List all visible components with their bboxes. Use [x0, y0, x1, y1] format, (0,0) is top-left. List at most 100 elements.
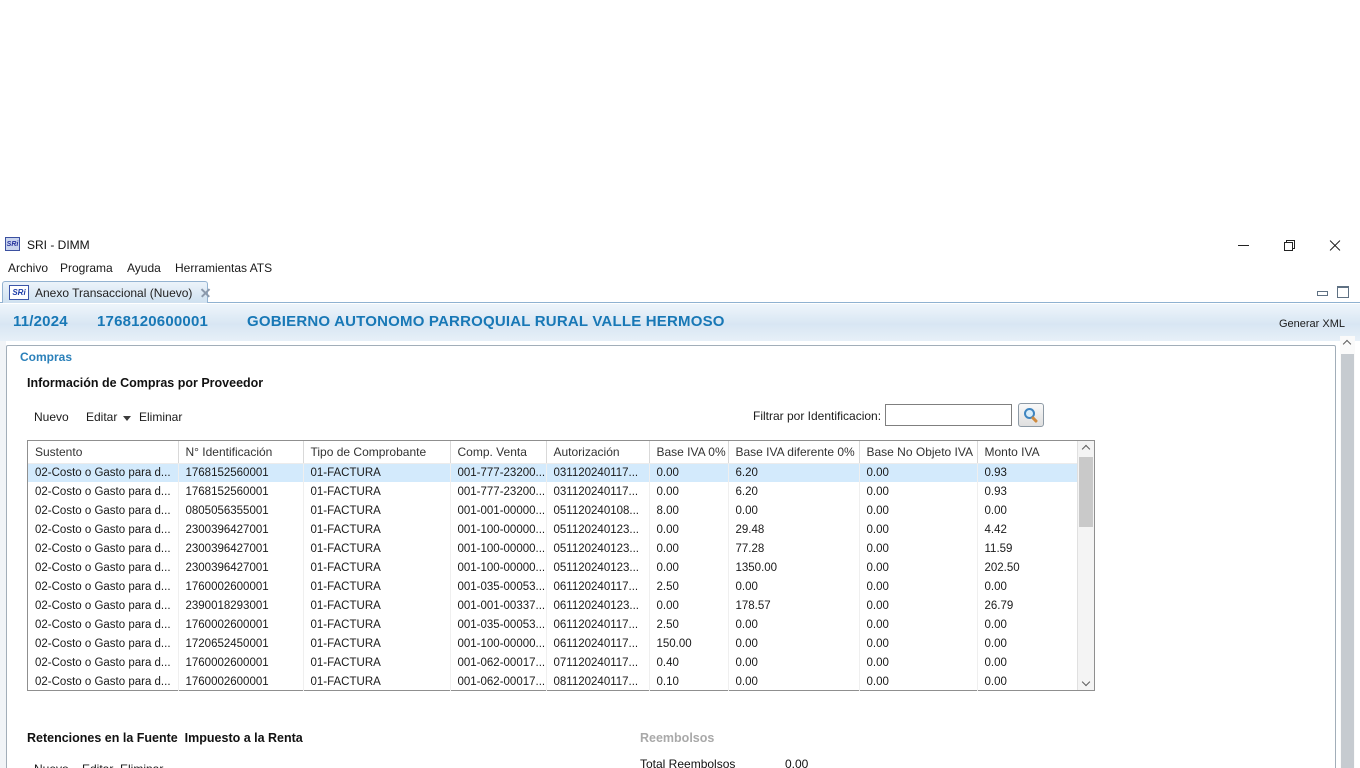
- col-base-iva-0[interactable]: Base IVA 0%: [649, 441, 728, 463]
- table-cell: 001-035-00053...: [450, 615, 546, 634]
- minimize-button[interactable]: [1227, 233, 1259, 257]
- table-cell: 0.00: [649, 520, 728, 539]
- table-cell: 001-100-00000...: [450, 520, 546, 539]
- editar-button[interactable]: Editar: [86, 410, 117, 424]
- menu-bar: Archivo Programa Ayuda Herramientas ATS: [0, 257, 1360, 279]
- col-sustento[interactable]: Sustento: [28, 441, 178, 463]
- col-tipo-comprobante[interactable]: Tipo de Comprobante: [303, 441, 450, 463]
- close-button[interactable]: [1319, 233, 1351, 257]
- editar-dropdown-icon[interactable]: [123, 416, 131, 421]
- col-base-iva-diferente-0[interactable]: Base IVA diferente 0%: [728, 441, 859, 463]
- table-cell: 8.00: [649, 501, 728, 520]
- table-cell: 0.00: [859, 653, 977, 672]
- table-cell: 1760002600001: [178, 577, 303, 596]
- restore-button[interactable]: [1273, 233, 1305, 257]
- tab-anexo-transaccional[interactable]: SRi Anexo Transaccional (Nuevo): [2, 281, 208, 303]
- table-cell: 0.93: [977, 463, 1077, 482]
- total-reembolsos-value: 0.00: [785, 757, 808, 768]
- table-row[interactable]: 02-Costo o Gasto para d...1760002600001 0…: [28, 577, 1077, 596]
- table-body: 02-Costo o Gasto para d...17681525600010…: [28, 463, 1077, 691]
- menu-herramientas-ats[interactable]: Herramientas ATS: [175, 261, 272, 275]
- generar-xml-button[interactable]: Generar XML: [1279, 318, 1345, 330]
- table-cell: 0.00: [859, 501, 977, 520]
- table-cell: 0.00: [859, 672, 977, 691]
- table-row[interactable]: 02-Costo o Gasto para d...08050563550010…: [28, 501, 1077, 520]
- table-row[interactable]: 02-Costo o Gasto para d...17600026000010…: [28, 672, 1077, 691]
- close-icon: [1329, 239, 1341, 251]
- table-cell: 0.00: [728, 577, 859, 596]
- tab-close-icon[interactable]: [201, 288, 210, 297]
- view-maximize-icon[interactable]: [1337, 286, 1348, 296]
- view-minimize-icon[interactable]: [1317, 286, 1328, 296]
- table-row[interactable]: 02-Costo o Gasto para d...23003964270010…: [28, 558, 1077, 577]
- table-row[interactable]: 02-Costo o Gasto para d...17600026000010…: [28, 653, 1077, 672]
- table-cell: 051120240123...: [546, 558, 649, 577]
- scroll-down-icon[interactable]: [1082, 678, 1090, 686]
- retenciones-eliminar-button[interactable]: Eliminar: [120, 762, 163, 768]
- table-row[interactable]: 02-Costo o Gasto para d...17206524500010…: [28, 634, 1077, 653]
- entity-name-label: GOBIERNO AUTONOMO PARROQUIAL RURAL VALLE…: [247, 313, 725, 330]
- tab-bar: SRi Anexo Transaccional (Nuevo): [0, 280, 1360, 303]
- table-cell: 178.57: [728, 596, 859, 615]
- scroll-up-icon[interactable]: [1082, 445, 1090, 453]
- total-reembolsos-label: Total Reembolsos: [640, 757, 735, 768]
- compras-table: Sustento N° Identificación Tipo de Compr…: [28, 441, 1077, 691]
- eliminar-button[interactable]: Eliminar: [139, 410, 182, 424]
- col-base-no-objeto-iva[interactable]: Base No Objeto IVA: [859, 441, 977, 463]
- table-cell: 0.10: [649, 672, 728, 691]
- page-scrollbar[interactable]: [1340, 336, 1355, 768]
- table-cell: 6.20: [728, 482, 859, 501]
- table-cell: 051120240108...: [546, 501, 649, 520]
- table-cell: 0.00: [859, 596, 977, 615]
- table-cell: 11.59: [977, 539, 1077, 558]
- table-cell: 150.00: [649, 634, 728, 653]
- compras-grid: Sustento N° Identificación Tipo de Compr…: [27, 440, 1095, 691]
- table-cell: 2.50: [649, 615, 728, 634]
- table-row[interactable]: 02-Costo o Gasto para d...17681525600010…: [28, 482, 1077, 501]
- col-identificacion[interactable]: N° Identificación: [178, 441, 303, 463]
- filter-input[interactable]: [885, 404, 1012, 426]
- table-cell: 02-Costo o Gasto para d...: [28, 577, 178, 596]
- table-row[interactable]: 02-Costo o Gasto para d...17600026000010…: [28, 615, 1077, 634]
- tab-label: Anexo Transaccional (Nuevo): [35, 286, 192, 300]
- table-scrollbar[interactable]: [1077, 441, 1094, 690]
- search-button[interactable]: [1018, 403, 1044, 427]
- table-cell: 061120240117...: [546, 615, 649, 634]
- col-monto-iva[interactable]: Monto IVA: [977, 441, 1077, 463]
- nuevo-button[interactable]: Nuevo: [34, 410, 69, 424]
- filter-label: Filtrar por Identificacion:: [753, 409, 881, 423]
- table-cell: 0.00: [728, 501, 859, 520]
- table-cell: 02-Costo o Gasto para d...: [28, 634, 178, 653]
- window-title: SRI - DIMM: [27, 238, 90, 252]
- table-row[interactable]: 02-Costo o Gasto para d...23900182930010…: [28, 596, 1077, 615]
- table-cell: 0.00: [728, 672, 859, 691]
- retenciones-editar-button[interactable]: Editar: [82, 762, 113, 768]
- table-cell: 1768152560001: [178, 482, 303, 501]
- retenciones-nuevo-button[interactable]: Nuevo: [34, 762, 69, 768]
- table-cell: 01-FACTURA: [303, 615, 450, 634]
- table-row[interactable]: 02-Costo o Gasto para d...17681525600010…: [28, 463, 1077, 482]
- table-cell: 0.00: [728, 653, 859, 672]
- table-scrollbar-thumb[interactable]: [1079, 457, 1093, 527]
- table-cell: 051120240123...: [546, 539, 649, 558]
- page-scroll-up-icon[interactable]: [1343, 340, 1351, 348]
- menu-ayuda[interactable]: Ayuda: [127, 261, 161, 275]
- table-row[interactable]: 02-Costo o Gasto para d...2300396427001 0…: [28, 520, 1077, 539]
- table-cell: 1350.00: [728, 558, 859, 577]
- col-comp-venta[interactable]: Comp. Venta: [450, 441, 546, 463]
- table-cell: 0.00: [859, 577, 977, 596]
- menu-archivo[interactable]: Archivo: [8, 261, 48, 275]
- table-cell: 2.50: [649, 577, 728, 596]
- col-autorizacion[interactable]: Autorización: [546, 441, 649, 463]
- compras-subtitle: Información de Compras por Proveedor: [27, 376, 263, 390]
- table-cell: 2300396427001: [178, 520, 303, 539]
- table-cell: 081120240117...: [546, 672, 649, 691]
- table-row[interactable]: 02-Costo o Gasto para d...23003964270010…: [28, 539, 1077, 558]
- table-cell: 0.00: [859, 463, 977, 482]
- table-cell: 0.00: [728, 615, 859, 634]
- page-scrollbar-thumb[interactable]: [1341, 354, 1354, 768]
- table-cell: 02-Costo o Gasto para d...: [28, 520, 178, 539]
- table-cell: 0.00: [859, 558, 977, 577]
- menu-programa[interactable]: Programa: [60, 261, 113, 275]
- table-cell: 1760002600001: [178, 653, 303, 672]
